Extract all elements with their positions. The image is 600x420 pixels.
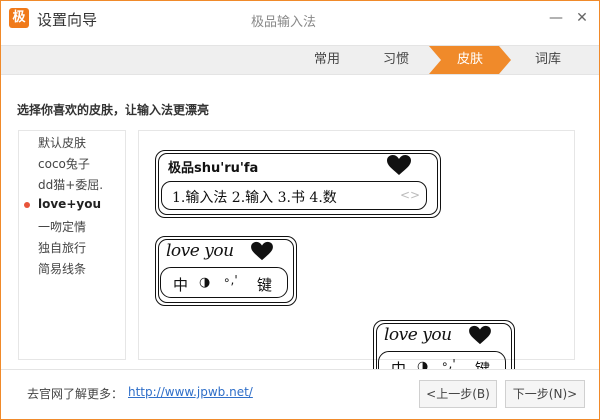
prev-step-button[interactable]: <上一步(B) bbox=[419, 380, 497, 408]
minimize-icon[interactable]: — bbox=[547, 9, 565, 27]
step-bar: 常用 习惯 皮肤 词库 bbox=[1, 45, 599, 75]
app-logo-icon: 极 bbox=[9, 8, 29, 28]
skin-list: 默认皮肤 coco兔子 dd猫+委屈. love+you 一吻定情 独自旅行 简… bbox=[18, 130, 126, 360]
step-habit[interactable]: 习惯 bbox=[371, 46, 421, 74]
app-title: 极品输入法 bbox=[251, 15, 317, 30]
heart-icon bbox=[387, 155, 411, 175]
selected-dot-icon bbox=[24, 202, 30, 208]
love-you-logo: love you bbox=[384, 325, 452, 345]
skin-item-default[interactable]: 默认皮肤 bbox=[38, 134, 86, 151]
love-you-logo: love you bbox=[166, 241, 234, 261]
website-link[interactable]: http://www.jpwb.net/ bbox=[128, 385, 253, 399]
skin-item-travel[interactable]: 独自旅行 bbox=[38, 239, 86, 256]
page-arrows-icon: <> bbox=[400, 188, 421, 202]
skin-preview-panel: 极品shu'ru'fa 1.输入法 2.输入 3.书 4.数 <> love y… bbox=[138, 130, 575, 390]
status-keys: 中 ◑ ∘,' 键 bbox=[160, 267, 288, 298]
keyboard-key: 键 bbox=[257, 276, 273, 294]
heart-icon bbox=[251, 241, 273, 261]
step-lexicon[interactable]: 词库 bbox=[523, 46, 573, 74]
step-common[interactable]: 常用 bbox=[302, 46, 352, 74]
composition-text: 极品shu'ru'fa bbox=[168, 161, 259, 176]
chinese-mode-key: 中 bbox=[173, 276, 189, 294]
footer: 去官网了解更多： http://www.jpwb.net/ <上一步(B) 下一… bbox=[1, 369, 599, 419]
step-skin[interactable]: 皮肤 bbox=[429, 46, 511, 74]
step-skin-label: 皮肤 bbox=[456, 52, 483, 67]
status-bar-preview: love you 中 ◑ ∘,' 键 bbox=[155, 236, 297, 306]
skin-item-kiss[interactable]: 一吻定情 bbox=[38, 218, 86, 235]
skin-item-loveyou[interactable]: love+you bbox=[38, 197, 101, 211]
punctuation-icon: ∘,' bbox=[223, 273, 238, 287]
next-step-button[interactable]: 下一步(N)> bbox=[505, 380, 585, 408]
skin-item-coco[interactable]: coco兔子 bbox=[38, 155, 90, 172]
wizard-title: 设置向导 bbox=[37, 11, 98, 29]
candidate-list: 1.输入法 2.输入 3.书 4.数 bbox=[172, 190, 337, 206]
half-width-icon: ◑ bbox=[199, 275, 211, 290]
title-bar: 极 设置向导 极品输入法 — ✕ bbox=[1, 1, 599, 35]
visit-site-label: 去官网了解更多： bbox=[27, 387, 124, 401]
skin-item-ddcat[interactable]: dd猫+委屈. bbox=[38, 176, 103, 193]
heart-icon bbox=[469, 325, 491, 345]
setup-wizard-window: 极 设置向导 极品输入法 — ✕ 常用 习惯 皮肤 词库 选择你喜欢的皮肤，让输… bbox=[0, 0, 600, 420]
candidate-window-preview: 极品shu'ru'fa 1.输入法 2.输入 3.书 4.数 <> bbox=[155, 150, 441, 218]
close-icon[interactable]: ✕ bbox=[573, 9, 591, 27]
skin-item-simple[interactable]: 简易线条 bbox=[38, 260, 86, 277]
candidate-bar: 1.输入法 2.输入 3.书 4.数 <> bbox=[161, 181, 427, 210]
page-heading: 选择你喜欢的皮肤，让输入法更漂亮 bbox=[17, 103, 210, 117]
